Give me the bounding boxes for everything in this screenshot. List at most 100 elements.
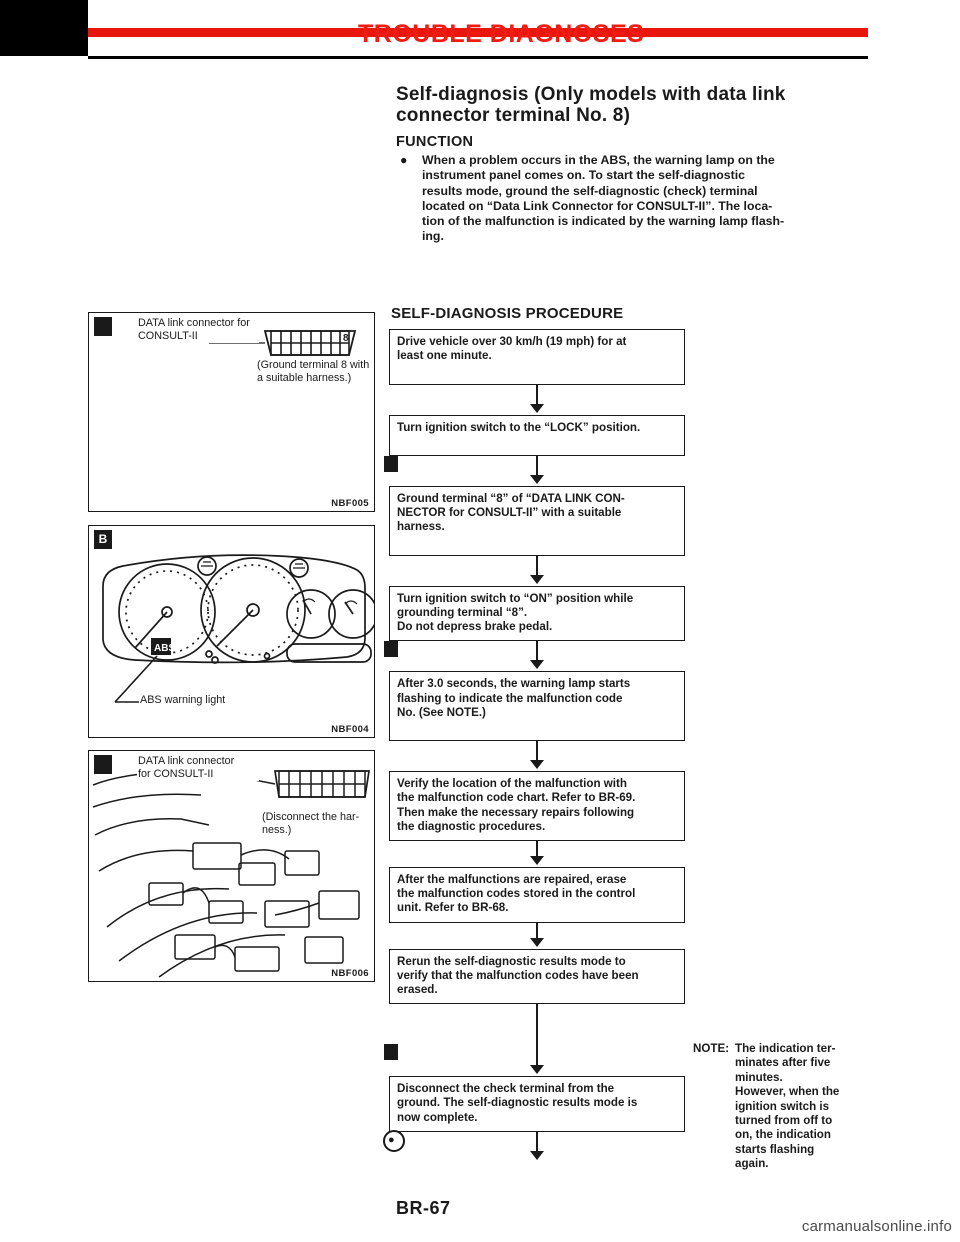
figure-code: NBF004	[331, 724, 369, 735]
note-line: on, the indication	[735, 1128, 831, 1142]
flow-arrow	[384, 1004, 685, 1076]
self-diagnosis-flowchart: SELF-DIAGNOSIS PROCEDURE Drive vehicle o…	[384, 305, 685, 1162]
callout-dlc-title-c: DATA link connector for CONSULT-II	[137, 755, 259, 781]
function-body: When a problem occurs in the ABS, the wa…	[422, 153, 868, 245]
callout-disconnect-harness: (Disconnect the har- ness.)	[261, 811, 367, 837]
flow-step-box: Verify the location of the malfunction w…	[389, 771, 685, 842]
figure-panel-instrument-cluster: B ABS ABS warning light NBF004	[88, 525, 375, 738]
header-black-rule	[88, 56, 868, 59]
figure-code: NBF005	[331, 498, 369, 509]
figure-panel-data-link-connector: A 8 DATA link connector for CONSULT-II (…	[88, 312, 375, 512]
flow-step-line: Ground terminal “8” of “DATA LINK CON-	[397, 492, 625, 506]
flow-step-line: grounding terminal “8”.	[397, 606, 528, 620]
flow-step-box: Disconnect the check terminal from the g…	[389, 1076, 685, 1132]
note-line: The indication ter-	[735, 1042, 836, 1055]
flow-arrow	[384, 456, 685, 486]
note-label: NOTE:	[693, 1042, 730, 1055]
figure-code: NBF006	[331, 968, 369, 979]
flow-arrow-end	[389, 1131, 685, 1162]
flow-step-line: harness.	[397, 520, 445, 534]
callout-line: (Ground terminal 8 with	[257, 359, 370, 371]
flow-step-line: Turn ignition switch to “ON” position wh…	[397, 591, 634, 605]
flow-step-line: now complete.	[397, 1110, 478, 1124]
flow-step-line: flashing to indicate the malfunction cod…	[397, 691, 623, 705]
flow-step-line: After the malfunctions are repaired, era…	[397, 873, 627, 887]
flow-step-line: unit. Refer to BR-68.	[397, 901, 509, 915]
step-marker-c	[384, 1044, 398, 1061]
function-line: results mode, ground the self-diagnostic…	[422, 183, 758, 198]
figure-panel-under-dash-connector: C DATA link connector for CONSULT-II (Di…	[88, 750, 375, 982]
callout-line: ABS warning light	[140, 694, 226, 706]
section-heading: Self-diagnosis (Only models with data li…	[396, 84, 786, 126]
flow-step-box: Drive vehicle over 30 km/h (19 mph) for …	[389, 329, 685, 385]
function-line: located on “Data Link Connector for CONS…	[422, 198, 773, 213]
flow-step-line: Then make the necessary repairs followin…	[397, 805, 635, 819]
callout-line: (Disconnect the har-	[262, 811, 360, 823]
flow-step-box: After 3.0 seconds, the warning lamp star…	[389, 671, 685, 742]
flow-step-line: Disconnect the check terminal from the	[397, 1082, 615, 1096]
under-dash-illustration	[92, 770, 370, 978]
flow-step-line: Rerun the self-diagnostic results mode t…	[397, 954, 626, 968]
flow-step-box: Ground terminal “8” of “DATA LINK CON- N…	[389, 486, 685, 556]
flow-step-box: After the malfunctions are repaired, era…	[389, 867, 685, 923]
function-line: When a problem occurs in the ABS, the wa…	[422, 153, 775, 167]
site-watermark: carmanualsonline.info	[801, 1218, 952, 1235]
function-line: ing.	[422, 229, 444, 244]
flow-step-line: the malfunction codes stored in the cont…	[397, 887, 636, 901]
flow-end-symbol-icon: ●	[383, 1130, 405, 1152]
section-text-column: Self-diagnosis (Only models with data li…	[396, 84, 868, 245]
step-marker-b	[384, 641, 398, 658]
callout-line: ness.)	[262, 824, 292, 836]
flow-step-box: Rerun the self-diagnostic results mode t…	[389, 948, 685, 1005]
page-number: BR-67	[396, 1198, 451, 1218]
note-line: starts flashing	[735, 1142, 815, 1156]
flow-arrow	[389, 841, 685, 867]
function-heading: FUNCTION	[396, 134, 474, 150]
instrument-cluster-illustration: ABS	[102, 554, 374, 703]
callout-dlc-title: DATA link connector for CONSULT-II	[137, 317, 259, 343]
procedure-heading: SELF-DIAGNOSIS PROCEDURE	[391, 305, 624, 322]
flow-step-line: Do not depress brake pedal.	[397, 620, 553, 634]
panel-letter-b: B	[94, 530, 112, 549]
svg-text:ABS: ABS	[154, 643, 175, 654]
flow-step-line: Turn ignition switch to the “LOCK” posit…	[397, 420, 641, 434]
callout-abs-warning-light: ABS warning light	[139, 694, 227, 707]
flow-arrow	[384, 641, 685, 671]
callout-ground-terminal: (Ground terminal 8 with a suitable harne…	[256, 359, 371, 385]
callout-line: a suitable harness.)	[257, 372, 352, 384]
function-bullet: ● When a problem occurs in the ABS, the …	[396, 153, 868, 245]
page-header: TROUBLE DIAGNOSES	[0, 0, 960, 70]
note-body: The indication ter- minates after five m…	[735, 1042, 868, 1172]
callout-line: DATA link connector for	[138, 317, 250, 329]
note-line: turned from off to	[735, 1114, 833, 1128]
note-block: NOTE: The indication ter- minates after …	[693, 1042, 868, 1172]
callout-line: CONSULT-II	[138, 330, 198, 342]
flow-arrow	[389, 922, 685, 949]
step-marker-a	[384, 456, 398, 473]
flow-arrow	[389, 741, 685, 771]
flow-arrow	[389, 384, 685, 415]
flow-arrow	[389, 555, 685, 586]
flow-step-line: verify that the malfunction codes have b…	[397, 968, 639, 982]
function-line: instrument panel comes on. To start the …	[422, 168, 745, 183]
flow-step-line: Verify the location of the malfunction w…	[397, 777, 627, 791]
flow-step-line: Drive vehicle over 30 km/h (19 mph) for …	[397, 335, 627, 348]
note-line: again.	[735, 1157, 769, 1171]
callout-line: for CONSULT-II	[138, 768, 214, 780]
header-black-block	[0, 0, 88, 56]
flow-step-line: ground. The self-diagnostic results mode…	[397, 1096, 638, 1110]
note-line: However, when the	[735, 1085, 840, 1099]
flow-step-line: erased.	[397, 983, 438, 997]
flow-end-glyph: ●	[388, 1134, 395, 1146]
callout-line: DATA link connector	[138, 755, 235, 767]
panel-letter-c: C	[94, 755, 112, 774]
note-line: minates after five	[735, 1056, 831, 1070]
flow-step-line: After 3.0 seconds, the warning lamp star…	[397, 677, 631, 691]
page-title: TROUBLE DIAGNOSES	[358, 20, 645, 48]
flow-step-line: least one minute.	[397, 349, 492, 363]
connector-pin-8-label: 8	[343, 333, 349, 344]
note-line: ignition switch is	[735, 1099, 830, 1113]
flow-step-line: NECTOR for CONSULT-II” with a suitable	[397, 506, 622, 520]
note-line: minutes.	[735, 1070, 783, 1084]
function-line: tion of the malfunction is indicated by …	[422, 214, 785, 229]
